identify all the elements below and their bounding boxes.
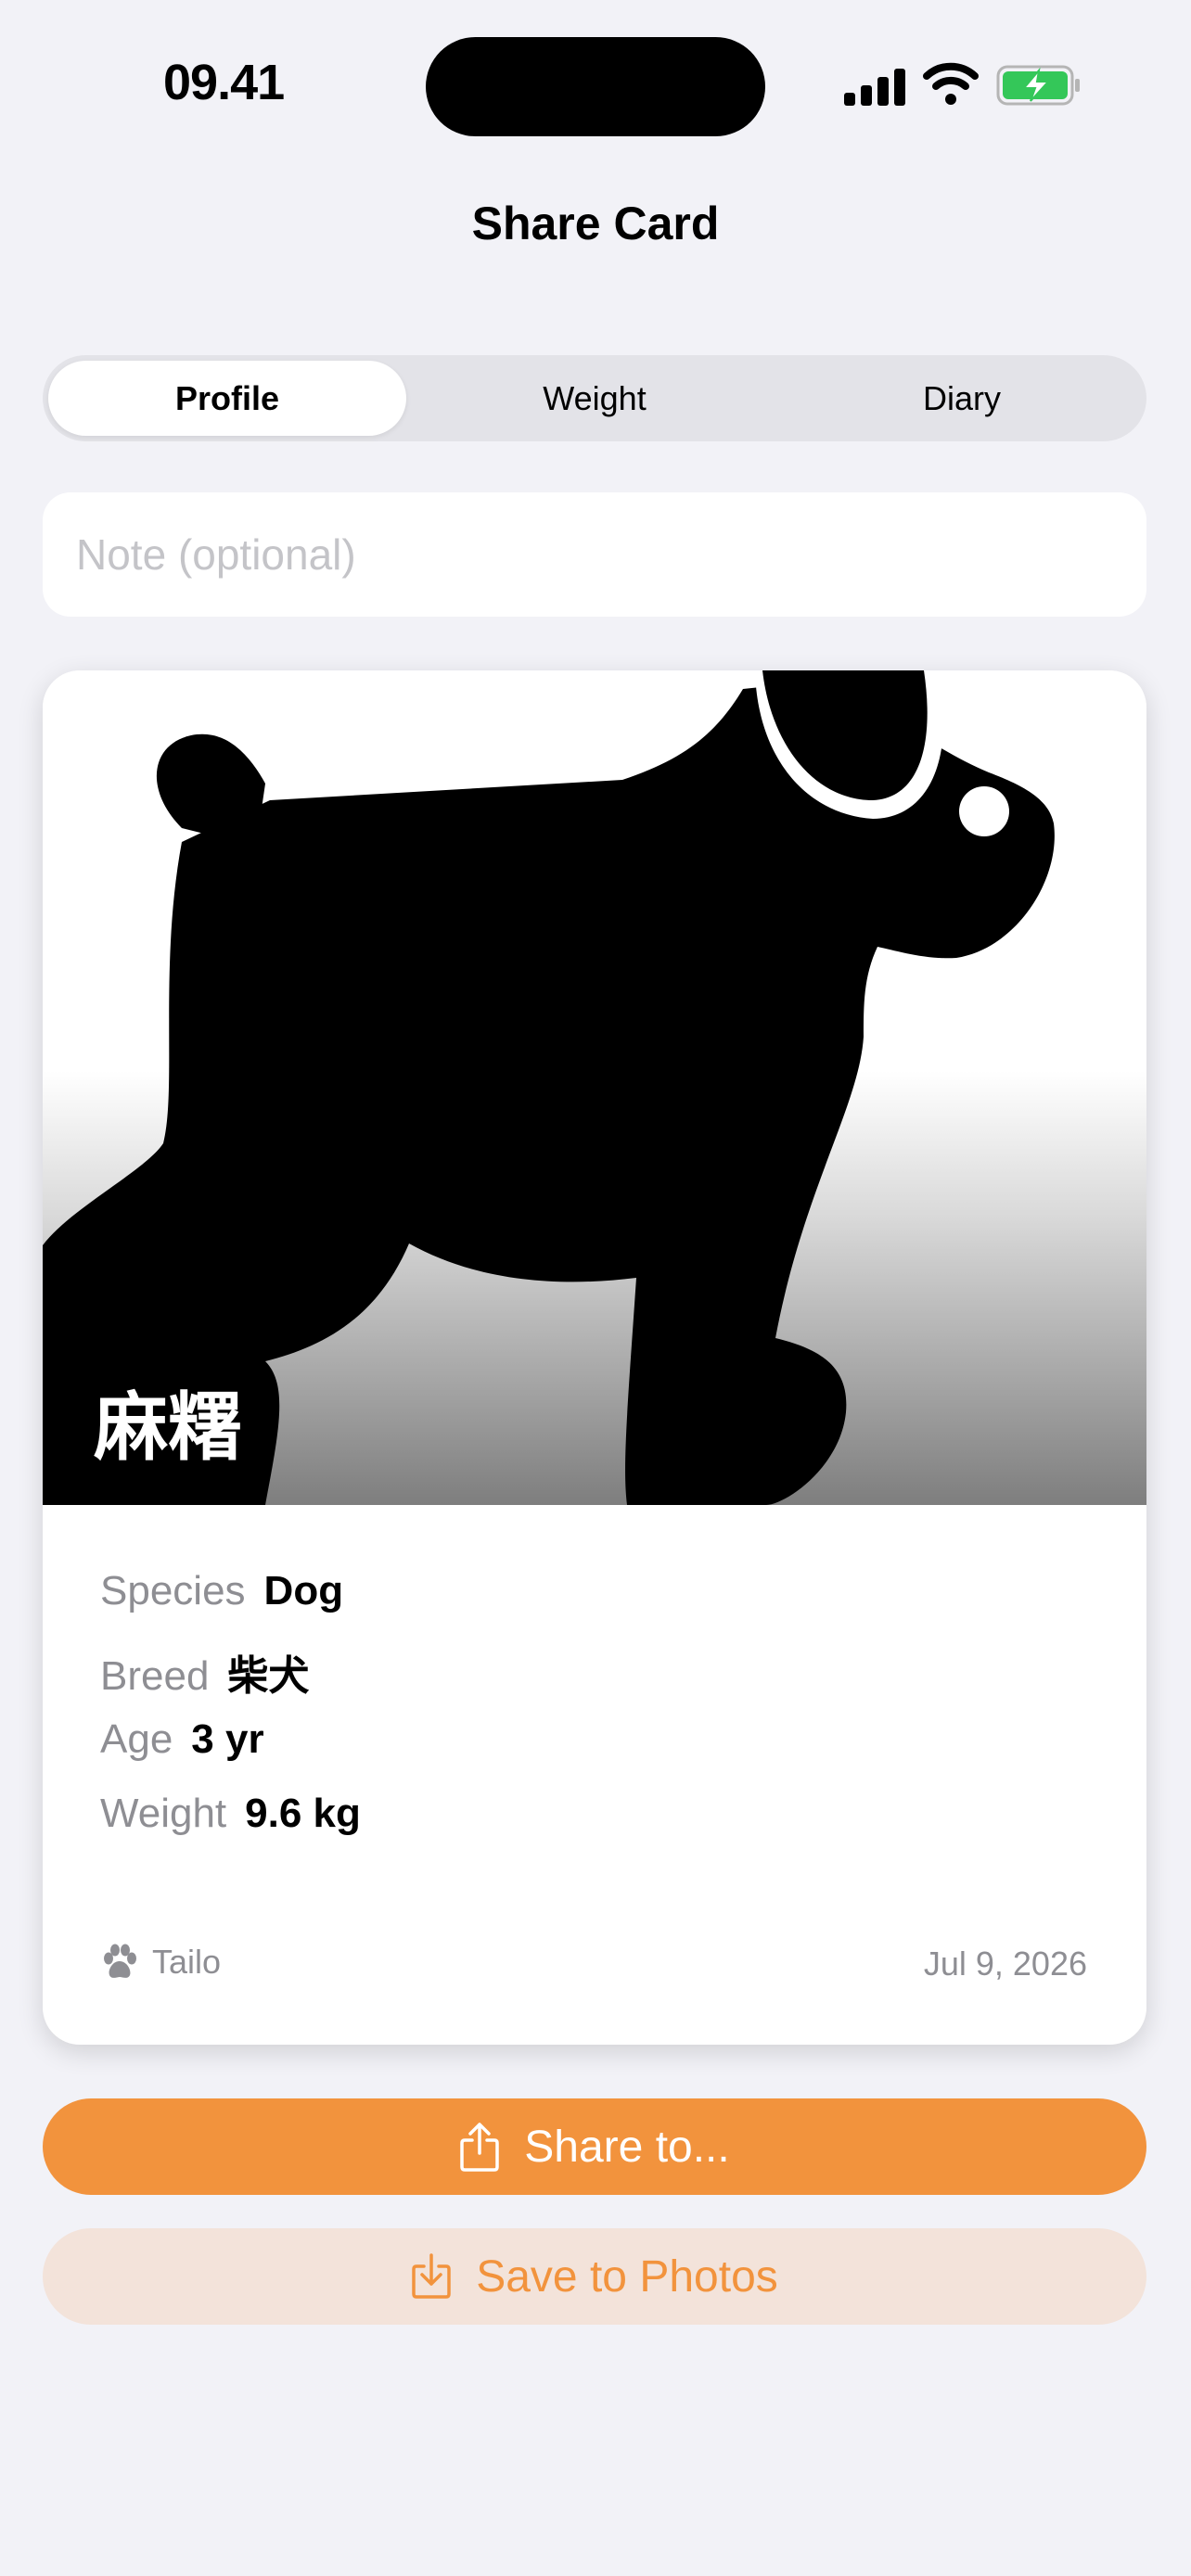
note-input[interactable] xyxy=(43,492,1146,617)
field-label: Breed xyxy=(100,1653,210,1699)
share-icon xyxy=(460,2123,500,2172)
field-value: 柴犬 xyxy=(227,1653,310,1699)
save-to-photos-button[interactable]: Save to Photos xyxy=(43,2228,1146,2325)
field-species: Species Dog xyxy=(100,1568,343,1614)
dynamic-island xyxy=(426,37,765,136)
save-button-label: Save to Photos xyxy=(476,2251,778,2302)
app-brand: Tailo xyxy=(100,1943,221,1982)
battery-charging-icon xyxy=(996,65,1080,106)
card-date: Jul 9, 2026 xyxy=(923,1945,1087,1983)
pet-name: 麻糬 xyxy=(94,1386,242,1469)
field-breed: Breed 柴犬 xyxy=(100,1642,309,1702)
share-button-label: Share to... xyxy=(524,2122,730,2172)
field-label: Age xyxy=(100,1716,173,1762)
share-card: 麻糬 Species Dog Breed 柴犬 Age 3 yr Weight 9.6 … xyxy=(43,670,1146,2045)
wifi-icon xyxy=(923,62,979,105)
save-download-icon xyxy=(412,2253,451,2299)
segmented-control: Profile Weight Diary xyxy=(43,355,1146,441)
page-title: Share Card xyxy=(471,198,720,249)
status-time: 09.41 xyxy=(163,55,285,110)
field-age: Age 3 yr xyxy=(100,1716,264,1763)
tab-profile[interactable]: Profile xyxy=(48,361,406,436)
field-value: 3 yr xyxy=(191,1716,264,1762)
tab-weight[interactable]: Weight xyxy=(416,361,774,436)
share-button[interactable]: Share to... xyxy=(43,2098,1146,2195)
field-weight: Weight 9.6 kg xyxy=(100,1791,361,1837)
tab-diary[interactable]: Diary xyxy=(783,361,1141,436)
field-value: Dog xyxy=(263,1568,344,1613)
paw-icon xyxy=(104,1944,136,1978)
field-value: 9.6 kg xyxy=(245,1791,361,1836)
brand-label: Tailo xyxy=(152,1943,222,1981)
field-label: Species xyxy=(100,1568,246,1613)
field-label: Weight xyxy=(100,1791,227,1836)
cellular-signal-icon xyxy=(844,65,905,106)
pet-photo: 麻糬 xyxy=(43,670,1146,1505)
